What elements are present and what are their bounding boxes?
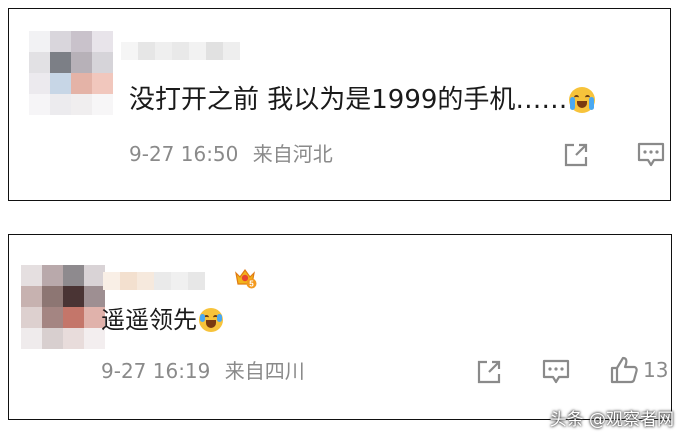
username-pixel: [103, 272, 120, 290]
comment-text: 没打开之前 我以为是1999的手机……: [129, 83, 596, 117]
username-pixel: [172, 42, 189, 60]
username-pixel: [206, 42, 223, 60]
username-pixel: [120, 272, 137, 290]
comment-body: 没打开之前 我以为是1999的手机……: [129, 85, 568, 115]
username-pixel: [121, 42, 138, 60]
avatar-pixel: [21, 307, 42, 328]
avatar-pixel: [71, 73, 92, 94]
avatar[interactable]: [29, 31, 113, 115]
username-pixel: [223, 42, 240, 60]
watermark: 头条 @观察者网: [549, 410, 674, 430]
comment-body: 遥遥领先: [101, 306, 197, 334]
comment-card: 没打开之前 我以为是1999的手机…… 9-27 16:50 来自河北: [8, 8, 671, 201]
share-icon: [477, 360, 501, 384]
avatar-pixel: [92, 31, 113, 52]
avatar-pixel: [92, 94, 113, 115]
username-pixel: [137, 272, 154, 290]
reply-button[interactable]: [636, 140, 666, 170]
username-pixel: [154, 272, 171, 290]
share-button[interactable]: [562, 141, 590, 169]
avatar-pixel: [29, 31, 50, 52]
avatar-pixel: [21, 265, 42, 286]
avatar-pixel: [63, 286, 84, 307]
avatar-pixel: [29, 73, 50, 94]
avatar-pixel: [50, 52, 71, 73]
like-count: 13: [643, 358, 669, 382]
avatar-pixel: [21, 328, 42, 349]
reply-icon: [637, 142, 665, 167]
comment-time: 9-27 16:50: [129, 142, 239, 166]
avatar-pixel: [92, 73, 113, 94]
avatar-pixel: [84, 265, 105, 286]
reply-icon: [542, 359, 570, 384]
crying-face-emoji: [569, 87, 596, 113]
like-button[interactable]: 13: [609, 355, 668, 385]
avatar-pixel: [42, 328, 63, 349]
like-icon: [610, 356, 638, 384]
username[interactable]: [103, 271, 205, 291]
avatar-pixel: [21, 286, 42, 307]
laughing-tears-emoji: [199, 308, 223, 332]
avatar-pixel: [63, 307, 84, 328]
username-pixel: [138, 42, 155, 60]
comment-time: 9-27 16:19: [101, 359, 211, 383]
avatar-pixel: [71, 31, 92, 52]
username-pixel: [188, 272, 205, 290]
comment-location: 来自河北: [252, 142, 333, 166]
reply-button[interactable]: [541, 357, 571, 387]
share-button[interactable]: [475, 358, 503, 386]
avatar-pixel: [63, 265, 84, 286]
username[interactable]: [121, 41, 240, 61]
username-pixel: [189, 42, 206, 60]
avatar-pixel: [92, 52, 113, 73]
badge-level: 5: [249, 280, 254, 289]
avatar-pixel: [50, 94, 71, 115]
comment-location: 来自四川: [224, 359, 305, 383]
avatar-pixel: [71, 52, 92, 73]
username-pixel: [171, 272, 188, 290]
crown-level-badge: 5: [235, 268, 257, 289]
username-pixel: [155, 42, 172, 60]
comment-text: 遥遥领先: [101, 303, 223, 337]
comment-meta: 9-27 16:19 来自四川: [101, 358, 305, 384]
avatar-pixel: [71, 94, 92, 115]
avatar-pixel: [29, 52, 50, 73]
avatar-pixel: [29, 94, 50, 115]
avatar[interactable]: [21, 265, 105, 349]
avatar-pixel: [50, 73, 71, 94]
avatar-pixel: [50, 31, 71, 52]
avatar-pixel: [42, 307, 63, 328]
share-icon: [564, 143, 588, 167]
avatar-pixel: [42, 286, 63, 307]
avatar-pixel: [42, 265, 63, 286]
comment-meta: 9-27 16:50 来自河北: [129, 141, 333, 167]
avatar-pixel: [63, 328, 84, 349]
comment-card: 5 遥遥领先 9-27 16:19 来自四川 13: [8, 234, 672, 420]
